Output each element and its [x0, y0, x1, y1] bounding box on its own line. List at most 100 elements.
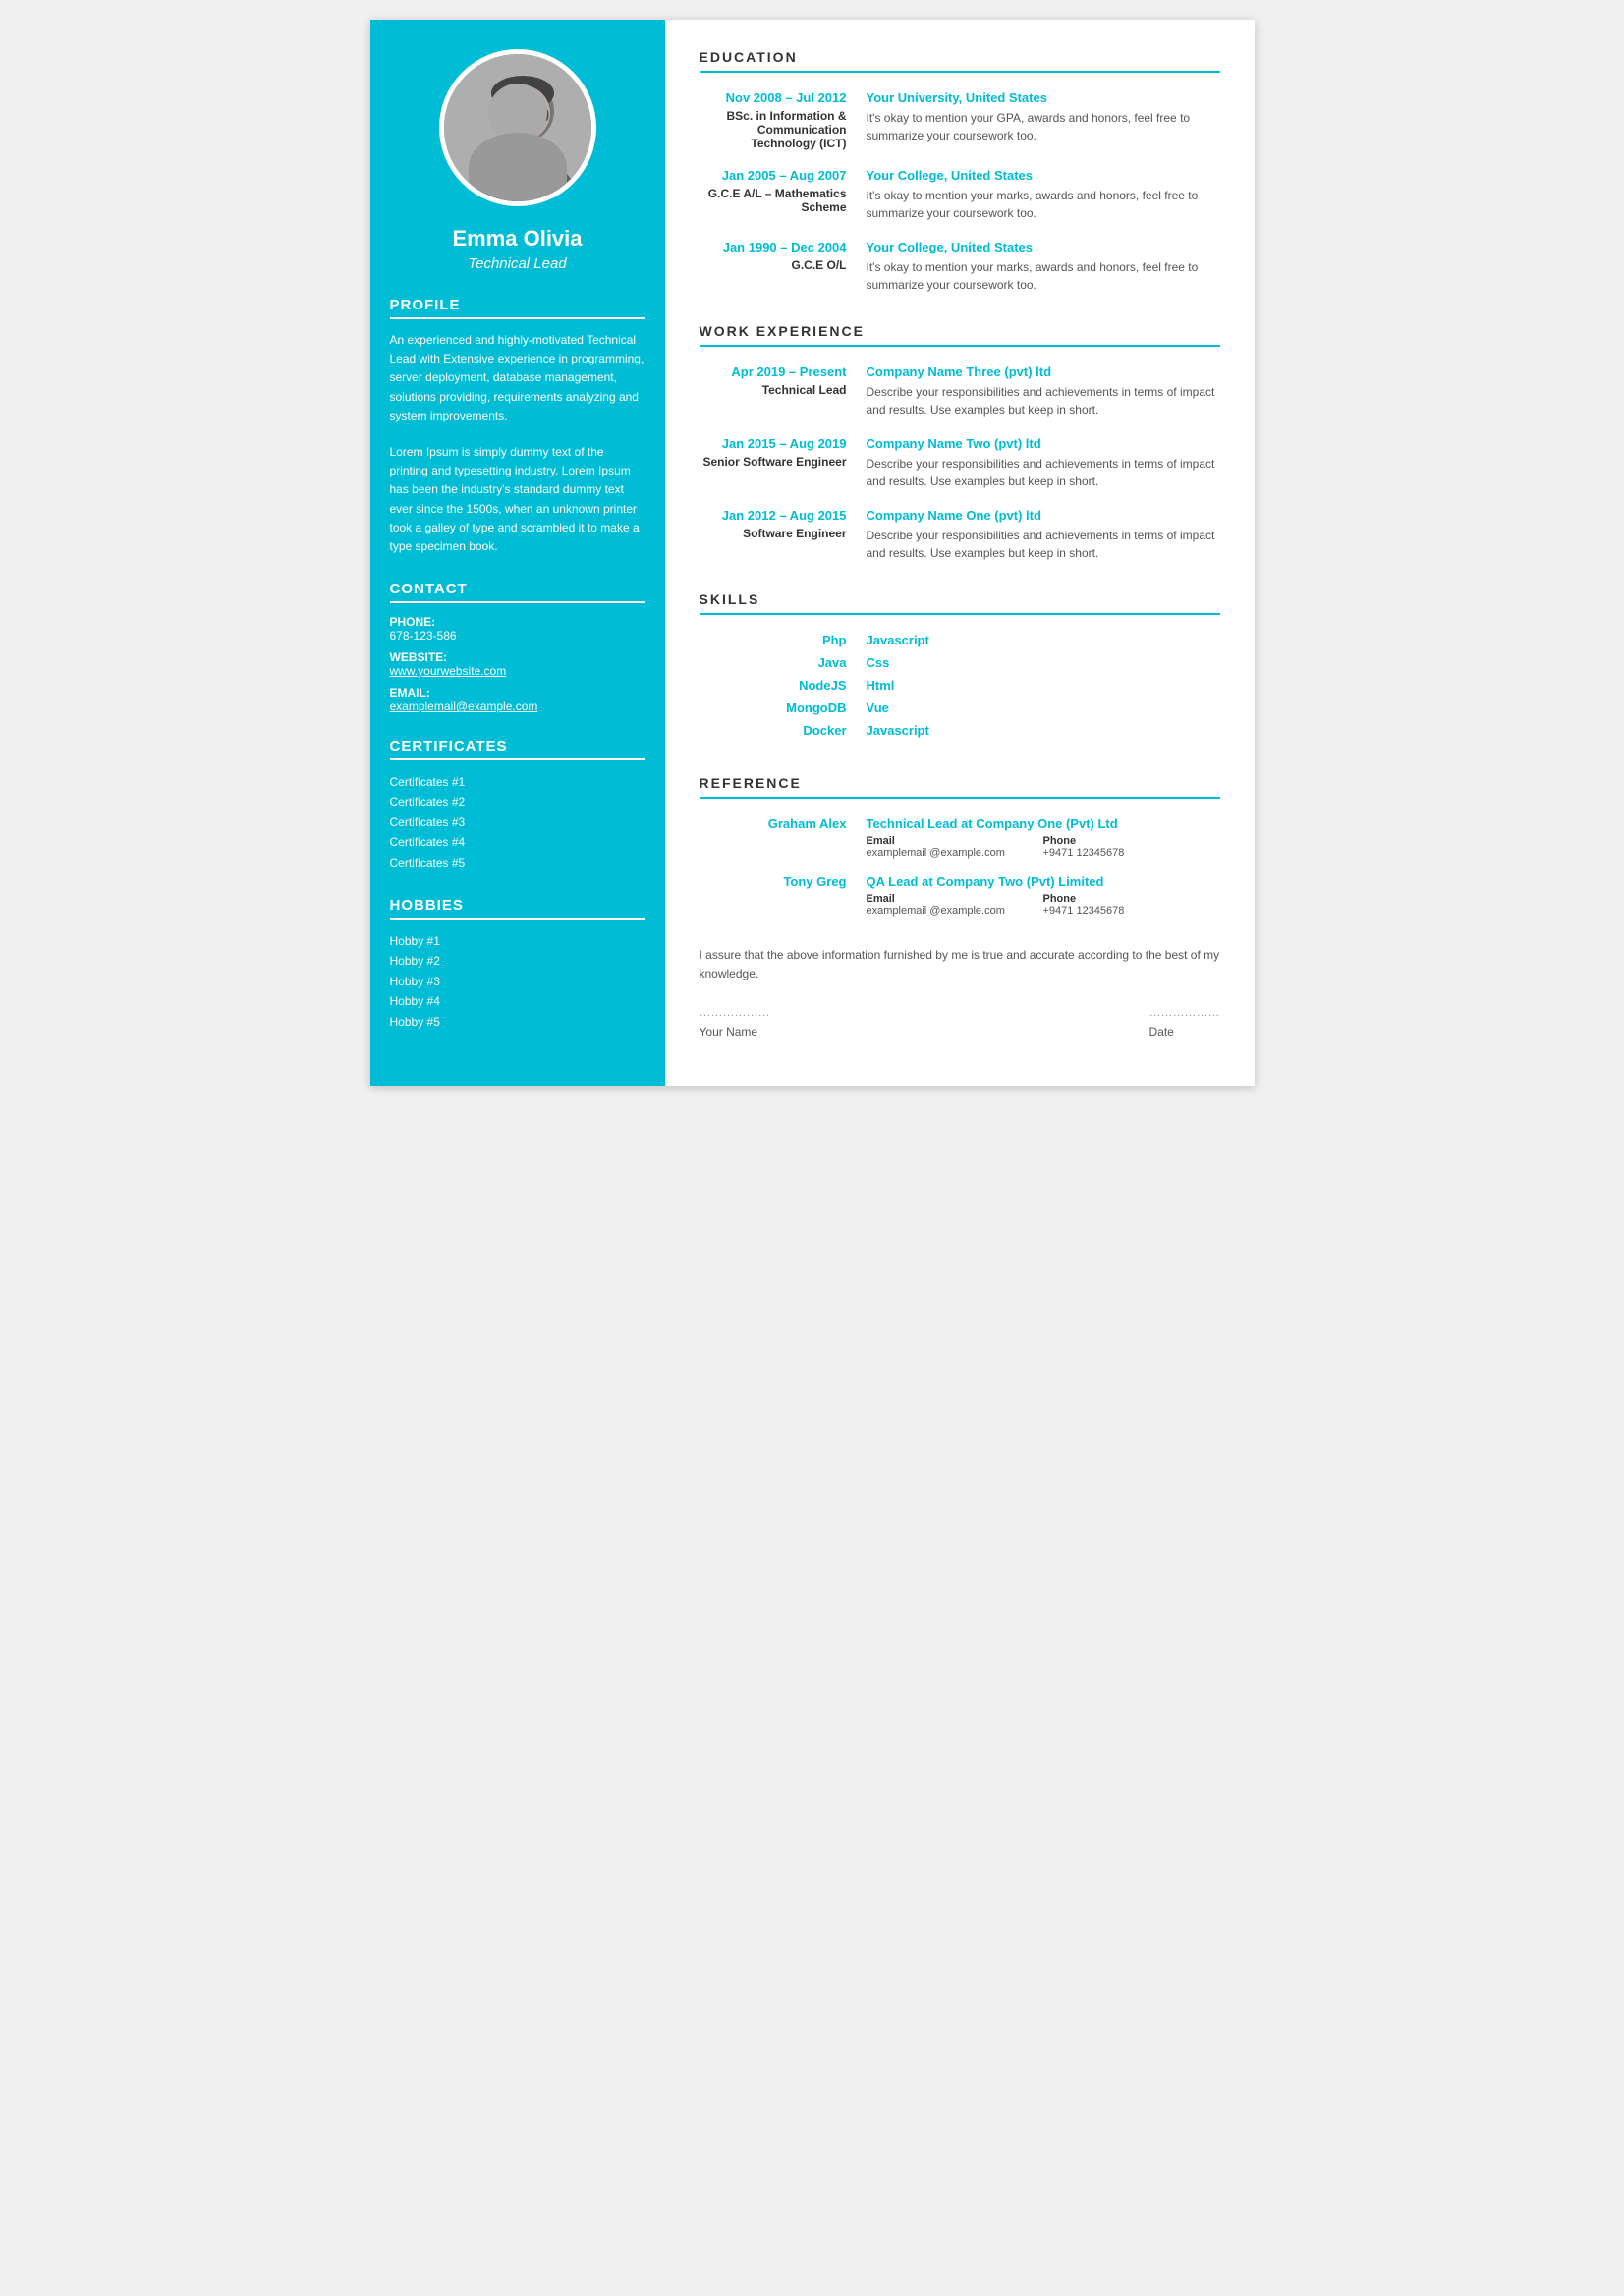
- profile-text-2: Lorem Ipsum is simply dummy text of the …: [390, 443, 645, 556]
- work-item: Jan 2015 – Aug 2019 Senior Software Engi…: [700, 436, 1220, 490]
- ref-title: Technical Lead at Company One (Pvt) Ltd: [867, 816, 1220, 831]
- reference-item: Graham Alex Technical Lead at Company On…: [700, 816, 1220, 859]
- edu-desc: It's okay to mention your marks, awards …: [867, 258, 1220, 294]
- signature-dots: ………………: [700, 1003, 770, 1022]
- work-company: Company Name One (pvt) ltd: [867, 508, 1220, 523]
- skill-right: Css: [867, 655, 1220, 678]
- email-label: EMAIL:: [390, 686, 645, 700]
- date-label: Date: [1149, 1023, 1220, 1041]
- ref-contact: Email examplemail @example.com Phone +94…: [867, 835, 1220, 859]
- education-item: Jan 1990 – Dec 2004 G.C.E O/L Your Colle…: [700, 240, 1220, 294]
- work-role: Technical Lead: [700, 383, 867, 397]
- skill-right: Javascript: [867, 723, 1220, 746]
- ref-phone-block: Phone +9471 12345678: [1043, 835, 1220, 859]
- ref-phone-label: Phone: [1043, 893, 1220, 905]
- signature-row: ……………… Your Name ……………… Date: [700, 1003, 1220, 1040]
- main-content: EDUCATION Nov 2008 – Jul 2012 BSc. in In…: [665, 20, 1255, 1086]
- skills-section: SKILLS Php Javascript Java Css NodeJS Ht…: [700, 591, 1220, 746]
- work-details: Company Name One (pvt) ltd Describe your…: [867, 508, 1220, 562]
- ref-title: QA Lead at Company Two (Pvt) Limited: [867, 874, 1220, 889]
- email-value[interactable]: examplemail@example.com: [390, 700, 645, 713]
- skills-heading: SKILLS: [700, 591, 1220, 615]
- work-date: Apr 2019 – Present: [700, 364, 867, 379]
- certificates-list: Certificates #1 Certificates #2 Certific…: [390, 772, 645, 872]
- signature-right: ……………… Date: [1149, 1003, 1220, 1040]
- website-label: WEBSITE:: [390, 650, 645, 664]
- phone-value: 678-123-586: [390, 629, 645, 643]
- work-company: Company Name Two (pvt) ltd: [867, 436, 1220, 451]
- work-item: Apr 2019 – Present Technical Lead Compan…: [700, 364, 1220, 419]
- candidate-title: Technical Lead: [468, 255, 566, 272]
- list-item: Hobby #1: [390, 931, 645, 951]
- ref-details: QA Lead at Company Two (Pvt) Limited Ema…: [867, 874, 1220, 917]
- list-item: Certificates #3: [390, 812, 645, 832]
- edu-desc: It's okay to mention your marks, awards …: [867, 187, 1220, 222]
- work-desc: Describe your responsibilities and achie…: [867, 455, 1220, 490]
- list-item: Certificates #4: [390, 832, 645, 852]
- sidebar: Emma Olivia Technical Lead PROFILE An ex…: [370, 20, 665, 1086]
- declaration-text: I assure that the above information furn…: [700, 946, 1220, 983]
- skill-left: Docker: [700, 723, 867, 746]
- ref-email-label: Email: [867, 835, 1043, 847]
- ref-contact: Email examplemail @example.com Phone +94…: [867, 893, 1220, 917]
- list-item: Certificates #2: [390, 792, 645, 812]
- education-heading: EDUCATION: [700, 49, 1220, 73]
- reference-heading: REFERENCE: [700, 775, 1220, 799]
- reference-section: REFERENCE Graham Alex Technical Lead at …: [700, 775, 1220, 917]
- ref-phone-value: +9471 12345678: [1043, 847, 1220, 859]
- education-item: Jan 2005 – Aug 2007 G.C.E A/L – Mathemat…: [700, 168, 1220, 222]
- edu-date: Nov 2008 – Jul 2012: [700, 90, 867, 105]
- work-details: Company Name Two (pvt) ltd Describe your…: [867, 436, 1220, 490]
- reference-item: Tony Greg QA Lead at Company Two (Pvt) L…: [700, 874, 1220, 917]
- edu-date: Jan 2005 – Aug 2007: [700, 168, 867, 183]
- ref-email-block: Email examplemail @example.com: [867, 835, 1043, 859]
- work-experience-heading: WORK EXPERIENCE: [700, 323, 1220, 347]
- list-item: Hobby #3: [390, 972, 645, 991]
- work-desc: Describe your responsibilities and achie…: [867, 527, 1220, 562]
- edu-details: Your University, United States It's okay…: [867, 90, 1220, 150]
- skill-right: Html: [867, 678, 1220, 700]
- candidate-name: Emma Olivia: [452, 226, 582, 252]
- list-item: Hobby #2: [390, 951, 645, 971]
- profile-section: PROFILE An experienced and highly-motiva…: [390, 297, 645, 556]
- skill-left: MongoDB: [700, 700, 867, 723]
- skills-grid: Php Javascript Java Css NodeJS Html Mong…: [700, 633, 1220, 746]
- ref-phone-label: Phone: [1043, 835, 1220, 847]
- phone-label: PHONE:: [390, 615, 645, 629]
- contact-section: CONTACT PHONE: 678-123-586 WEBSITE: www.…: [390, 581, 645, 713]
- edu-details: Your College, United States It's okay to…: [867, 168, 1220, 222]
- work-item: Jan 2012 – Aug 2015 Software Engineer Co…: [700, 508, 1220, 562]
- website-value[interactable]: www.yourwebsite.com: [390, 664, 645, 678]
- ref-name: Graham Alex: [700, 816, 867, 859]
- edu-school: Your University, United States: [867, 90, 1220, 105]
- ref-phone-value: +9471 12345678: [1043, 905, 1220, 917]
- skill-left: Java: [700, 655, 867, 678]
- edu-degree: G.C.E A/L – Mathematics Scheme: [700, 187, 867, 214]
- hobbies-heading: HOBBIES: [390, 897, 645, 920]
- profile-heading: PROFILE: [390, 297, 645, 319]
- list-item: Certificates #5: [390, 853, 645, 872]
- your-name-label: Your Name: [700, 1023, 770, 1041]
- work-company: Company Name Three (pvt) ltd: [867, 364, 1220, 379]
- ref-email-block: Email examplemail @example.com: [867, 893, 1043, 917]
- skill-right: Vue: [867, 700, 1220, 723]
- edu-school: Your College, United States: [867, 168, 1220, 183]
- education-item: Nov 2008 – Jul 2012 BSc. in Information …: [700, 90, 1220, 150]
- work-details: Company Name Three (pvt) ltd Describe yo…: [867, 364, 1220, 419]
- edu-school: Your College, United States: [867, 240, 1220, 254]
- signature-left: ……………… Your Name: [700, 1003, 770, 1040]
- skill-right: Javascript: [867, 633, 1220, 655]
- work-role: Senior Software Engineer: [700, 455, 867, 469]
- resume-container: Emma Olivia Technical Lead PROFILE An ex…: [370, 20, 1255, 1086]
- certificates-section: CERTIFICATES Certificates #1 Certificate…: [390, 738, 645, 872]
- date-dots: ………………: [1149, 1003, 1220, 1022]
- ref-email-value: examplemail @example.com: [867, 847, 1043, 859]
- certificates-heading: CERTIFICATES: [390, 738, 645, 760]
- avatar-image: [444, 54, 591, 201]
- edu-desc: It's okay to mention your GPA, awards an…: [867, 109, 1220, 144]
- work-date: Jan 2012 – Aug 2015: [700, 508, 867, 523]
- work-desc: Describe your responsibilities and achie…: [867, 383, 1220, 419]
- skill-left: Php: [700, 633, 867, 655]
- work-experience-section: WORK EXPERIENCE Apr 2019 – Present Techn…: [700, 323, 1220, 562]
- edu-degree: G.C.E O/L: [700, 258, 867, 272]
